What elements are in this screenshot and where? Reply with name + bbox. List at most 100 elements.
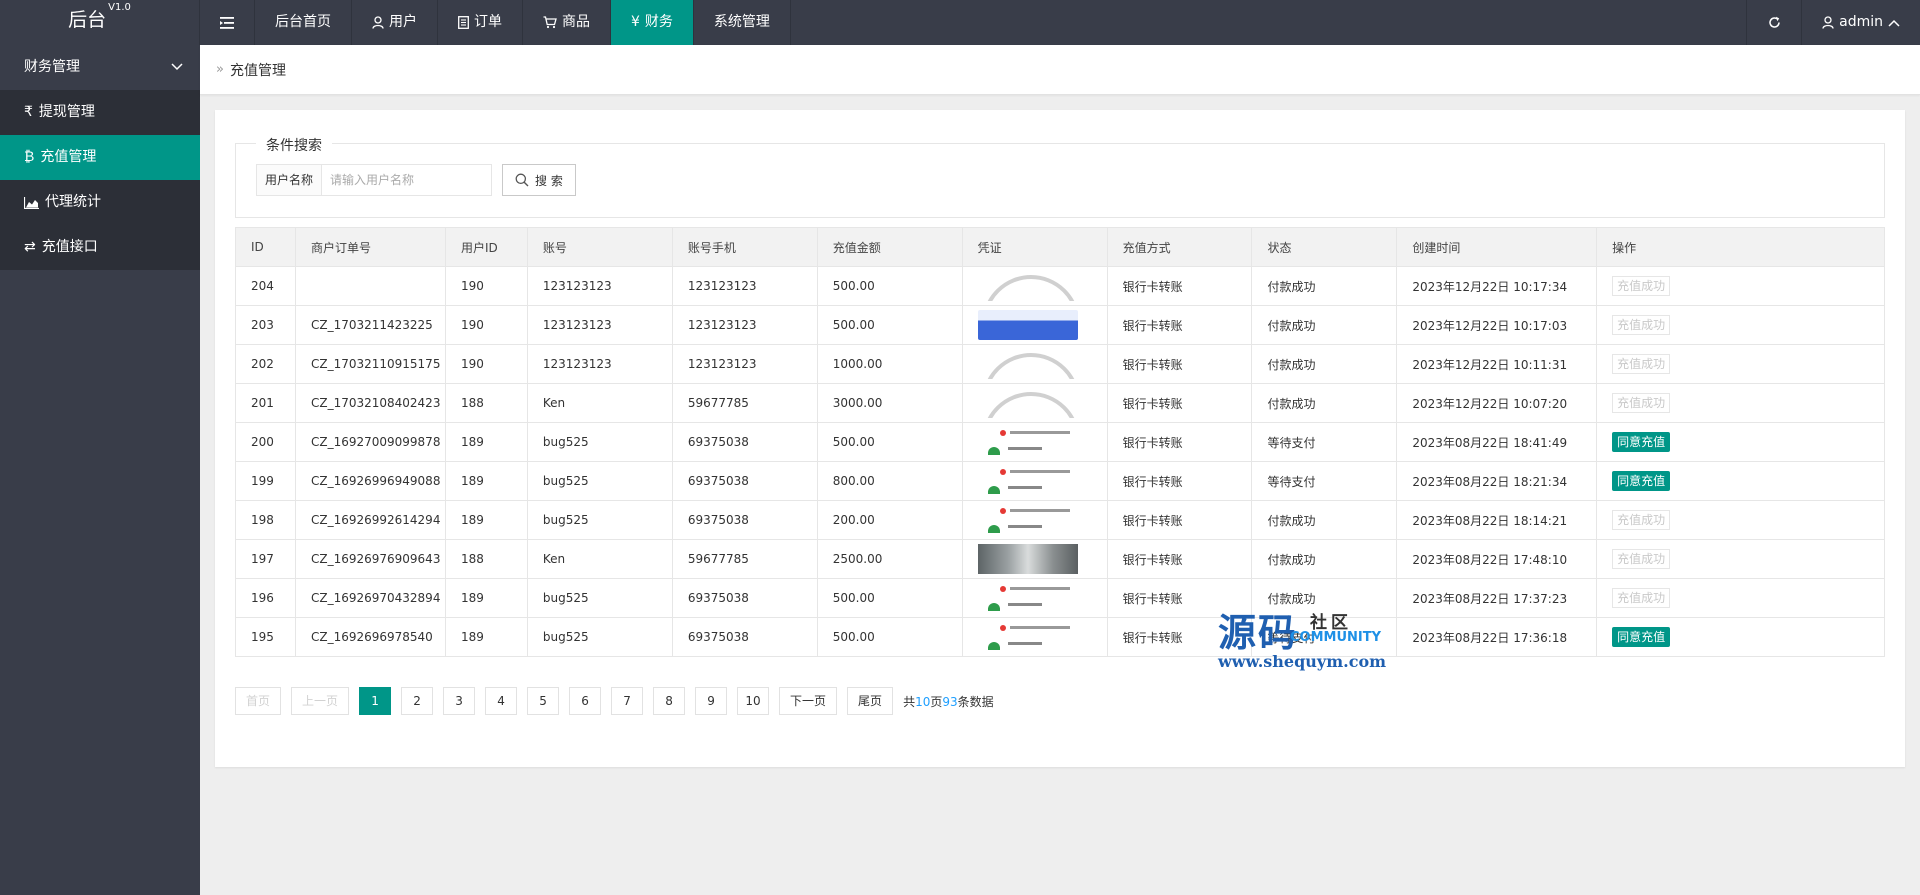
recharge-done-button: 充值成功 (1612, 549, 1671, 569)
area-chart-icon (24, 196, 39, 209)
cell-created-time: 2023年12月22日 10:17:34 (1396, 266, 1598, 306)
cell-method: 银行卡转账 (1106, 344, 1253, 384)
cell-action: 充值成功 (1596, 305, 1885, 345)
approve-recharge-button[interactable]: 同意充值 (1612, 627, 1671, 647)
cell-phone: 123123123 (671, 305, 818, 345)
column-header: ID (235, 227, 296, 267)
sidebar-group-finance[interactable]: 财务管理 (0, 45, 200, 90)
voucher-thumbnail[interactable] (977, 583, 1078, 613)
page-4-button[interactable]: 4 (485, 687, 518, 715)
cell-action: 同意充值 (1596, 461, 1885, 501)
cell-phone: 59677785 (671, 383, 818, 423)
table-row: 204 190 123123123 123123123 500.00 银行卡转账 付款成功 2… (235, 266, 1885, 306)
cell-order-no: CZ_1703211423225 (294, 305, 446, 345)
cell-account: bug525 (526, 461, 673, 501)
cell-account: bug525 (526, 578, 673, 618)
recharge-done-button: 充值成功 (1612, 315, 1671, 335)
sidebar-item-withdraw[interactable]: ₹ 提现管理 (0, 90, 200, 135)
voucher-thumbnail[interactable] (977, 622, 1078, 652)
page-2-button[interactable]: 2 (401, 687, 434, 715)
column-header: 账号手机 (671, 227, 818, 267)
nav-home[interactable]: 后台首页 (255, 0, 352, 45)
page-7-button[interactable]: 7 (611, 687, 644, 715)
approve-recharge-button[interactable]: 同意充值 (1612, 471, 1671, 491)
page-3-button[interactable]: 3 (443, 687, 476, 715)
cell-account: 123123123 (526, 305, 673, 345)
menu-toggle-button[interactable] (200, 0, 255, 45)
voucher-thumbnail[interactable] (977, 544, 1078, 574)
cell-amount: 200.00 (816, 500, 963, 540)
cell-method: 银行卡转账 (1106, 266, 1253, 306)
recharge-done-button: 充值成功 (1612, 510, 1671, 530)
voucher-thumbnail[interactable] (977, 310, 1078, 340)
voucher-thumbnail[interactable] (977, 427, 1078, 457)
refresh-button[interactable] (1746, 0, 1801, 45)
nav-system[interactable]: 系统管理 (694, 0, 791, 45)
cell-action: 充值成功 (1596, 383, 1885, 423)
cell-phone: 123123123 (671, 344, 818, 384)
cell-created-time: 2023年08月22日 17:48:10 (1396, 539, 1598, 579)
nav-orders[interactable]: 订单 (438, 0, 523, 45)
logo-text: 后台 (68, 9, 107, 31)
breadcrumb-current: 充值管理 (229, 62, 286, 79)
last-page-button[interactable]: 尾页 (847, 687, 894, 715)
column-header: 充值金额 (816, 227, 963, 267)
cell-order-no (294, 266, 446, 306)
voucher-thumbnail[interactable] (978, 349, 1078, 379)
page-8-button[interactable]: 8 (653, 687, 686, 715)
cell-method: 银行卡转账 (1106, 305, 1253, 345)
logo-version: V1.0 (108, 2, 131, 13)
sidebar-item-recharge[interactable]: ₿ 充值管理 (0, 135, 200, 180)
cell-amount: 500.00 (816, 422, 963, 462)
sidebar-group-label: 财务管理 (24, 59, 80, 75)
page-6-button[interactable]: 6 (569, 687, 602, 715)
sidebar-item-recharge-api[interactable]: ⇄ 充值接口 (0, 225, 200, 270)
cell-id: 195 (235, 617, 296, 657)
nav-home-label: 后台首页 (275, 14, 331, 30)
column-header: 账号 (526, 227, 673, 267)
nav-users[interactable]: 用户 (352, 0, 438, 45)
total-prefix: 共 (903, 694, 916, 709)
yen-icon: ¥ (631, 14, 640, 30)
logo[interactable]: 后台V1.0 (0, 0, 200, 45)
prev-page-button[interactable]: 上一页 (291, 687, 350, 715)
nav-users-label: 用户 (389, 14, 417, 30)
approve-recharge-button[interactable]: 同意充值 (1612, 432, 1671, 452)
page-1-button[interactable]: 1 (359, 687, 392, 715)
page-numbers: 1 2 3 4 5 6 7 8 9 10 (359, 687, 770, 715)
cell-voucher (961, 305, 1108, 345)
cell-action: 充值成功 (1596, 500, 1885, 540)
pagination-info: 共10页93条数据 (903, 693, 994, 710)
table-row: 202 CZ_17032110915175 190 123123123 12312312… (235, 344, 1885, 384)
cell-method: 银行卡转账 (1106, 500, 1253, 540)
search-button[interactable]: 搜 索 (502, 164, 576, 196)
nav-goods[interactable]: 商品 (523, 0, 611, 45)
page-9-button[interactable]: 9 (695, 687, 728, 715)
sidebar-item-label: 充值管理 (40, 149, 97, 165)
voucher-thumbnail[interactable] (977, 466, 1078, 496)
page-5-button[interactable]: 5 (527, 687, 560, 715)
page-10-button[interactable]: 10 (737, 687, 770, 715)
voucher-thumbnail[interactable] (977, 505, 1078, 535)
voucher-thumbnail[interactable] (978, 388, 1078, 418)
cell-order-no: CZ_16926992614294 (294, 500, 446, 540)
next-page-button[interactable]: 下一页 (779, 687, 838, 715)
cell-order-no: CZ_17032110915175 (294, 344, 446, 384)
nav-system-label: 系统管理 (713, 14, 770, 30)
column-header: 用户ID (444, 227, 528, 267)
cell-status: 付款成功 (1251, 344, 1398, 384)
sidebar-item-label: 充值接口 (41, 239, 98, 255)
table-row: 203 CZ_1703211423225 190 123123123 123123123… (235, 305, 1885, 345)
username-input[interactable] (322, 164, 493, 196)
top-nav-right: admin (1746, 0, 1920, 45)
cell-voucher (961, 266, 1108, 306)
cell-action: 充值成功 (1596, 578, 1885, 618)
user-menu[interactable]: admin (1801, 0, 1920, 45)
voucher-thumbnail[interactable] (978, 271, 1078, 301)
search-icon (515, 173, 529, 187)
watermark-big: 源码 (1218, 611, 1299, 655)
nav-finance[interactable]: ¥ 财务 (611, 0, 694, 45)
document-icon (458, 16, 469, 29)
sidebar-item-agent-stats[interactable]: 代理统计 (0, 180, 200, 225)
first-page-button[interactable]: 首页 (235, 687, 282, 715)
